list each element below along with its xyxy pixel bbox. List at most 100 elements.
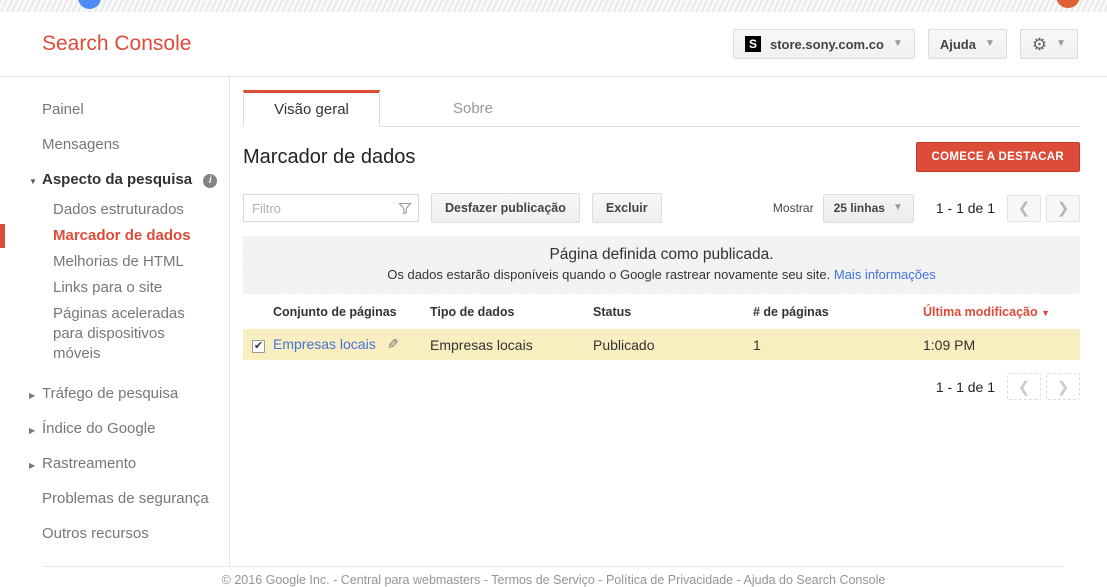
header: Search Console S store.sony.com.co ▼ Aju… (0, 12, 1107, 77)
prev-page-button[interactable]: ❮ (1007, 195, 1041, 222)
status-cell: Publicado (593, 329, 753, 360)
start-highlighting-button[interactable]: COMECE A DESTACAR (916, 142, 1080, 172)
next-page-button[interactable]: ❯ (1046, 373, 1080, 400)
last-modified-cell: 1:09 PM (923, 329, 1080, 360)
num-pages-cell: 1 (753, 329, 923, 360)
footer-link-ajuda[interactable]: Ajuda do Search Console (744, 573, 886, 587)
search-console-window: Search Console S store.sony.com.co ▼ Aju… (0, 0, 1107, 587)
page-title: Marcador de dados (243, 146, 415, 169)
toolbar-right: Mostrar 25 linhas ▼ 1 - 1 de 1 ❮ ❯ (773, 194, 1080, 223)
sidebar-item-rastreamento[interactable]: ▶ Rastreamento (0, 446, 229, 481)
chevron-down-icon: ▼ (985, 39, 995, 49)
sidebar-item-label: Tráfego de pesquisa (42, 385, 178, 402)
pager-bottom: ❮ ❯ (1007, 373, 1080, 400)
page-sets-table: Conjunto de páginas Tipo de dados Status… (243, 294, 1080, 360)
filter-funnel-icon (397, 200, 413, 221)
chevron-down-icon: ▼ (893, 203, 903, 213)
prev-page-button[interactable]: ❮ (1007, 373, 1041, 400)
rows-per-page-dropdown[interactable]: 25 linhas ▼ (823, 194, 914, 223)
chevron-down-icon: ▼ (1056, 39, 1066, 49)
header-controls: S store.sony.com.co ▼ Ajuda ▼ ⚙ ▼ (733, 29, 1078, 59)
footer-link-webmasters[interactable]: Central para webmasters (341, 573, 481, 587)
sidebar-item-outros-recursos[interactable]: Outros recursos (0, 516, 229, 551)
tab-sobre[interactable]: Sobre (398, 90, 548, 126)
tabs: Visão geral Sobre (243, 90, 1080, 127)
checkbox-column-header (243, 294, 273, 329)
next-page-button[interactable]: ❯ (1046, 195, 1080, 222)
sidebar-section-label: Aspecto da pesquisa (42, 171, 192, 188)
edit-pencil-icon[interactable]: ✎ (387, 336, 399, 353)
sidebar-item-trafego-de-pesquisa[interactable]: ▶ Tráfego de pesquisa (0, 376, 229, 411)
notice-title: Página definida como publicada. (253, 246, 1070, 264)
sidebar-gap (0, 367, 229, 376)
page-set-link[interactable]: Empresas locais (273, 336, 376, 352)
table-header-row: Conjunto de páginas Tipo de dados Status… (243, 294, 1080, 329)
rows-per-page-value: 25 linhas (834, 201, 885, 215)
footer-separator: - (333, 573, 341, 587)
copyright: © 2016 Google Inc. (222, 573, 330, 587)
column-label: Última modificação (923, 305, 1038, 319)
site-favicon: S (745, 36, 761, 52)
sort-desc-icon: ▼ (1041, 308, 1050, 318)
sidebar-item-label: Rastreamento (42, 455, 136, 472)
chevron-down-icon: ▼ (893, 39, 903, 49)
sidebar-item-melhorias-de-html[interactable]: Melhorias de HTML (0, 249, 229, 275)
column-conjunto-de-paginas: Conjunto de páginas (273, 294, 430, 329)
checkbox-cell: ✔ (243, 329, 273, 360)
bottom-pagination: 1 - 1 de 1 ❮ ❯ (243, 373, 1080, 400)
help-dropdown[interactable]: Ajuda ▼ (928, 29, 1007, 59)
sidebar-item-mensagens[interactable]: Mensagens (0, 127, 229, 162)
app-title: Search Console (42, 32, 191, 56)
table-row: ✔ Empresas locais ✎ Empresas locais Publ… (243, 329, 1080, 360)
site-selector-label: store.sony.com.co (770, 37, 884, 52)
body: Painel Mensagens ▼ Aspecto da pesquisa i… (0, 77, 1107, 566)
sidebar-item-links-para-o-site[interactable]: Links para o site (0, 275, 229, 301)
footer-link-termos[interactable]: Termos de Serviço (491, 573, 595, 587)
gear-icon: ⚙ (1032, 36, 1047, 53)
unpublish-button[interactable]: Desfazer publicação (431, 193, 580, 223)
chevron-collapsed-icon: ▶ (29, 456, 35, 475)
footer-separator: - (737, 573, 744, 587)
chevron-collapsed-icon: ▶ (29, 421, 35, 440)
settings-dropdown[interactable]: ⚙ ▼ (1020, 29, 1078, 59)
filter-input[interactable] (243, 194, 419, 222)
sidebar-item-label: Índice do Google (42, 420, 155, 437)
more-info-link[interactable]: Mais informações (834, 267, 936, 282)
show-label: Mostrar (773, 201, 814, 215)
sidebar-item-paginas-aceleradas[interactable]: Páginas aceleradas para dispositivos móv… (0, 301, 229, 367)
data-type-cell: Empresas locais (430, 329, 593, 360)
pagination-range: 1 - 1 de 1 (936, 379, 995, 395)
tab-visao-geral[interactable]: Visão geral (243, 90, 380, 127)
sidebar-item-marcador-de-dados[interactable]: Marcador de dados (0, 223, 229, 249)
column-num-paginas: # de páginas (753, 294, 923, 329)
chevron-collapsed-icon: ▶ (29, 386, 35, 405)
sidebar-item-painel[interactable]: Painel (0, 92, 229, 127)
footer: © 2016 Google Inc. - Central para webmas… (43, 566, 1064, 587)
pager-top: ❮ ❯ (1007, 195, 1080, 222)
sidebar-section-aspecto-da-pesquisa[interactable]: ▼ Aspecto da pesquisa i (0, 162, 229, 197)
help-label: Ajuda (940, 37, 976, 52)
sidebar-item-dados-estruturados[interactable]: Dados estruturados (0, 197, 229, 223)
column-tipo-de-dados: Tipo de dados (430, 294, 593, 329)
cropped-browser-strip (0, 0, 1107, 12)
pagination-range: 1 - 1 de 1 (936, 200, 995, 216)
footer-separator: - (598, 573, 606, 587)
site-selector-dropdown[interactable]: S store.sony.com.co ▼ (733, 29, 915, 59)
publish-notice: Página definida como publicada. Os dados… (243, 236, 1080, 294)
info-icon: i (203, 174, 217, 188)
main-content: Visão geral Sobre Marcador de dados COME… (230, 77, 1107, 566)
notice-text: Os dados estarão disponíveis quando o Go… (387, 267, 830, 282)
row-checkbox[interactable]: ✔ (252, 340, 265, 353)
page-head: Marcador de dados COMECE A DESTACAR (243, 142, 1080, 172)
sidebar-item-problemas-de-seguranca[interactable]: Problemas de segurança (0, 481, 229, 516)
delete-button[interactable]: Excluir (592, 193, 662, 223)
sidebar: Painel Mensagens ▼ Aspecto da pesquisa i… (0, 77, 230, 566)
chevron-expanded-icon: ▼ (29, 172, 37, 191)
notice-body: Os dados estarão disponíveis quando o Go… (253, 267, 1070, 282)
column-ultima-modificacao[interactable]: Última modificação ▼ (923, 294, 1080, 329)
toolbar: Desfazer publicação Excluir Mostrar 25 l… (243, 193, 1080, 223)
footer-link-privacidade[interactable]: Política de Privacidade (606, 573, 733, 587)
sidebar-item-indice-do-google[interactable]: ▶ Índice do Google (0, 411, 229, 446)
cropped-blue-icon (78, 0, 101, 9)
filter-wrap (243, 194, 419, 222)
